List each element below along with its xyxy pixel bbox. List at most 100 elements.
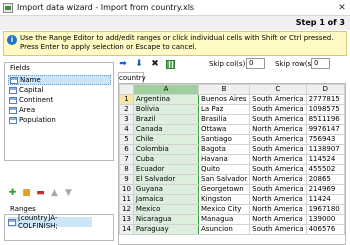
table-cell[interactable]: Mexico	[132, 204, 200, 215]
add-range-icon[interactable]: ✚	[8, 188, 17, 198]
move-up-icon[interactable]: ▲	[50, 188, 59, 198]
row-header[interactable]: 12	[119, 204, 134, 215]
field-item-continent[interactable]: Continent	[8, 95, 111, 105]
row-header[interactable]: 3	[119, 114, 134, 125]
table-cell[interactable]: Kingston	[198, 194, 251, 205]
sheet-tab[interactable]: country	[118, 72, 146, 83]
table-cell[interactable]: 1967180	[305, 204, 345, 215]
row-header[interactable]: 6	[119, 144, 134, 155]
table-cell[interactable]: 406576	[305, 224, 345, 235]
table-cell[interactable]: 455502	[305, 164, 345, 175]
skip-rows-input[interactable]: 0	[311, 58, 330, 69]
table-cell[interactable]: Nicaragua	[132, 214, 200, 225]
info-text: Use the Range Editor to add/edit ranges …	[20, 34, 334, 51]
table-cell[interactable]: 139000	[305, 214, 345, 225]
table-cell[interactable]: Colombia	[132, 144, 200, 155]
column-header-d[interactable]: D	[305, 84, 345, 95]
arrow-down-icon[interactable]: ⬇	[134, 59, 144, 69]
table-cell[interactable]: 1098575	[305, 104, 345, 115]
close-icon[interactable]: ✕	[334, 0, 350, 16]
table-cell[interactable]: South America	[249, 134, 307, 145]
table-cell[interactable]: Bolivia	[132, 104, 200, 115]
table-cell[interactable]: Mexico City	[198, 204, 251, 215]
table-cell[interactable]: Brazil	[132, 114, 200, 125]
row-header[interactable]: 14	[119, 224, 134, 235]
table-cell[interactable]: North America	[249, 214, 307, 225]
range-icon	[8, 218, 16, 226]
table-cell[interactable]: South America	[249, 224, 307, 235]
table-cell[interactable]: 11424	[305, 194, 345, 205]
table-cell[interactable]: North America	[249, 194, 307, 205]
column-header-a[interactable]: A	[132, 84, 200, 95]
select-all-corner[interactable]	[119, 84, 134, 95]
move-down-icon[interactable]: ▼	[64, 188, 73, 198]
delete-range-icon[interactable]: ▬	[36, 188, 45, 198]
table-cell[interactable]: South America	[249, 114, 307, 125]
table-cell[interactable]: North America	[249, 174, 307, 185]
skip-cols-input[interactable]: 0	[246, 58, 265, 69]
row-header[interactable]: 13	[119, 214, 134, 225]
table-cell[interactable]: Asuncion	[198, 224, 251, 235]
table-cell[interactable]: Havana	[198, 154, 251, 165]
table-cell[interactable]: North America	[249, 124, 307, 135]
table-cell[interactable]: El Salvador	[132, 174, 200, 185]
row-header[interactable]: 11	[119, 194, 134, 205]
table-cell[interactable]: North America	[249, 204, 307, 215]
field-item-population[interactable]: Population	[8, 115, 111, 125]
row-header[interactable]: 10	[119, 184, 134, 195]
select-column-icon[interactable]	[166, 59, 175, 69]
table-cell[interactable]: Georgetown	[198, 184, 251, 195]
arrow-right-icon[interactable]: ➡	[118, 59, 128, 69]
row-header[interactable]: 8	[119, 164, 134, 175]
field-item-name[interactable]: Name	[8, 75, 111, 85]
field-item-label: Continent	[19, 96, 54, 104]
table-cell[interactable]: San Salvador	[198, 174, 251, 185]
edit-range-icon[interactable]: ■	[22, 188, 31, 198]
table-cell[interactable]: South America	[249, 94, 307, 105]
field-item-area[interactable]: Area	[8, 105, 111, 115]
table-cell[interactable]: Jamaica	[132, 194, 200, 205]
table-cell[interactable]: 114524	[305, 154, 345, 165]
table-cell[interactable]: Santiago	[198, 134, 251, 145]
table-cell[interactable]: Chile	[132, 134, 200, 145]
row-header[interactable]: 9	[119, 174, 134, 185]
row-header[interactable]: 1	[119, 94, 134, 105]
table-cell[interactable]: 20865	[305, 174, 345, 185]
table-cell[interactable]: South America	[249, 164, 307, 175]
table-cell[interactable]: 756943	[305, 134, 345, 145]
table-cell[interactable]: La Paz	[198, 104, 251, 115]
table-cell[interactable]: South America	[249, 144, 307, 155]
table-cell[interactable]: Paraguay	[132, 224, 200, 235]
table-cell[interactable]: South America	[249, 104, 307, 115]
table-cell[interactable]: 8511196	[305, 114, 345, 125]
table-cell[interactable]: South America	[249, 184, 307, 195]
table-cell[interactable]: Argentina	[132, 94, 200, 105]
table-row: 6 Colombia Bagota South America 1138907	[119, 144, 345, 155]
table-cell[interactable]: 2777815	[305, 94, 345, 105]
table-cell[interactable]: Quito	[198, 164, 251, 175]
row-header[interactable]: 2	[119, 104, 134, 115]
table-cell[interactable]: 214969	[305, 184, 345, 195]
row-header[interactable]: 5	[119, 134, 134, 145]
column-header-c[interactable]: C	[249, 84, 307, 95]
table-cell[interactable]: Canada	[132, 124, 200, 135]
table-cell[interactable]: Cuba	[132, 154, 200, 165]
field-item-capital[interactable]: Capital	[8, 85, 111, 95]
column-header-b[interactable]: B	[198, 84, 251, 95]
table-cell[interactable]: Ottawa	[198, 124, 251, 135]
table-cell[interactable]: Managua	[198, 214, 251, 225]
clear-selection-icon[interactable]: ✖	[150, 59, 160, 69]
range-item[interactable]: [country]A-COLFINISH;	[8, 214, 92, 230]
row-header[interactable]: 4	[119, 124, 134, 135]
table-cell[interactable]: Brasilia	[198, 114, 251, 125]
spreadsheet-grid[interactable]: A B C D 1 Argentina Buenos Aires South Amer…	[118, 83, 346, 245]
table-cell[interactable]: 1138907	[305, 144, 345, 155]
table-cell[interactable]: North America	[249, 154, 307, 165]
row-header[interactable]: 7	[119, 154, 134, 165]
table-cell[interactable]: Guyana	[132, 184, 200, 195]
table-cell[interactable]: Buenos Aires	[198, 94, 251, 105]
table-cell[interactable]: Bagota	[198, 144, 251, 155]
table-cell[interactable]: 9976147	[305, 124, 345, 135]
table-cell[interactable]: Ecuador	[132, 164, 200, 175]
field-icon	[9, 96, 17, 104]
